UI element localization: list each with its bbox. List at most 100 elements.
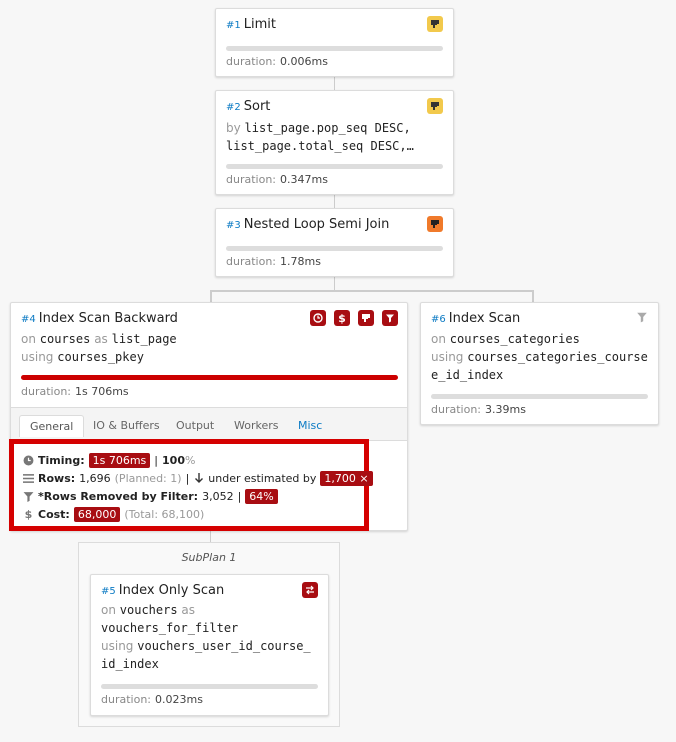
node-name: Nested Loop Semi Join: [243, 217, 390, 232]
separator: |: [154, 454, 159, 467]
node-title: #2 Sort: [226, 99, 270, 114]
duration-value: 0.347ms: [280, 173, 328, 186]
index-line-cont: e_id_index: [431, 368, 504, 382]
node-number: #5: [101, 586, 116, 597]
duration-bar: [101, 684, 318, 689]
sort-key-line-2: list_page.total_seq DESC,…: [226, 139, 414, 153]
tab-output[interactable]: Output: [176, 419, 214, 432]
plan-node-nested-loop[interactable]: #3 Nested Loop Semi Join duration: 1.78ms: [215, 208, 454, 277]
keyword: using: [21, 350, 54, 364]
duration-label: duration:: [101, 693, 151, 706]
index-line-cont: id_index: [101, 657, 159, 671]
duration-bar: [226, 164, 443, 169]
node-name: Sort: [243, 99, 271, 114]
keyword: using: [431, 350, 464, 364]
duration: duration: 0.023ms: [101, 693, 203, 706]
sort-key-line-1: by list_page.pop_seq DESC,: [226, 119, 411, 137]
keyword: by: [226, 121, 241, 135]
duration-label: duration:: [226, 55, 276, 68]
relation-name: courses: [39, 332, 91, 346]
list-icon: [23, 473, 34, 484]
node-name: Index Scan Backward: [38, 311, 178, 326]
duration-value: 1s 706ms: [75, 385, 129, 398]
thumbs-down-icon[interactable]: [358, 310, 374, 326]
node-name: Limit: [243, 17, 276, 32]
node-name: Index Scan: [448, 311, 521, 326]
cost-badge: 68,000: [73, 507, 121, 522]
dollar-icon: $: [24, 508, 33, 521]
total-cost: (Total: 68,100): [124, 508, 205, 521]
duration-bar: [21, 375, 398, 380]
connector-3-down: [334, 277, 335, 290]
duration-bar: [226, 246, 443, 251]
connector-branch: [210, 290, 534, 292]
clock-icon: [23, 455, 34, 466]
relation-name: courses_categories: [449, 332, 580, 346]
timing-percent: 100%: [162, 454, 196, 467]
relation-alias: list_page: [111, 332, 177, 346]
filter-icon[interactable]: [634, 309, 650, 325]
duration-value: 3.39ms: [485, 403, 526, 416]
plan-node-index-only-scan[interactable]: #5 Index Only Scan on vouchers as voucher…: [90, 574, 329, 716]
node-number: #4: [21, 314, 36, 325]
rows-label: Rows:: [38, 472, 76, 485]
duration-bar: [226, 46, 443, 51]
duration: duration: 1.78ms: [226, 255, 321, 268]
duration-bar: [431, 394, 648, 399]
planned-rows: (Planned: 1): [114, 472, 182, 485]
relation-name: vouchers: [119, 603, 178, 617]
node-number: #2: [226, 102, 241, 113]
separator: |: [237, 490, 242, 503]
tab-io-buffers[interactable]: IO & Buffers: [93, 419, 160, 432]
thumbs-down-icon[interactable]: [427, 16, 443, 32]
plan-node-limit[interactable]: #1 Limit duration: 0.006ms: [215, 8, 454, 77]
filter-label: *Rows Removed by Filter:: [38, 490, 199, 503]
tab-workers[interactable]: Workers: [234, 419, 278, 432]
thumbs-down-icon[interactable]: [427, 98, 443, 114]
clock-icon[interactable]: [310, 310, 326, 326]
detail-tabs: General IO & Buffers Output Workers Misc: [11, 407, 407, 441]
thumbs-down-icon[interactable]: [427, 216, 443, 232]
duration-label: duration:: [431, 403, 481, 416]
keyword: on: [101, 603, 116, 617]
cost-label: Cost:: [38, 508, 70, 521]
dollar-icon[interactable]: $: [334, 310, 350, 326]
rows-row: Rows: 1,696 (Planned: 1) | under estimat…: [23, 471, 373, 486]
filter-rows: 3,052: [202, 490, 234, 503]
keyword: on: [21, 332, 36, 346]
relation-alias: vouchers_for_filter: [101, 621, 239, 635]
relation-line: on courses as list_page: [21, 330, 177, 348]
sort-key: list_page.pop_seq DESC,: [244, 121, 411, 135]
filter-icon[interactable]: [382, 310, 398, 326]
index-line: using courses_pkey: [21, 348, 144, 366]
node-number: #3: [226, 220, 241, 231]
separator: |: [185, 472, 190, 485]
swap-icon[interactable]: [302, 582, 318, 598]
arrow-down-icon: [193, 473, 204, 484]
subplan-label: SubPlan 1: [181, 551, 237, 564]
duration: duration: 0.006ms: [226, 55, 328, 68]
index-line: using courses_categories_course: [431, 348, 648, 366]
tab-misc[interactable]: Misc: [298, 419, 322, 432]
index-line: using vouchers_user_id_course_: [101, 637, 311, 655]
filter-percent-badge: 64%: [245, 489, 278, 504]
node-title: #3 Nested Loop Semi Join: [226, 217, 389, 232]
plan-node-index-scan[interactable]: #6 Index Scan on courses_categories using…: [420, 302, 659, 425]
node-title: #6 Index Scan: [431, 311, 520, 326]
tab-general[interactable]: General: [19, 415, 85, 437]
node-number: #1: [226, 20, 241, 31]
index-name: vouchers_user_id_course_: [137, 639, 311, 653]
cost-row: $ Cost: 68,000 (Total: 68,100): [23, 507, 204, 522]
filter-icon: [23, 491, 34, 502]
filter-row: *Rows Removed by Filter: 3,052 | 64%: [23, 489, 278, 504]
timing-row: Timing: 1s 706ms | 100%: [23, 453, 195, 468]
connector-2-3: [334, 195, 335, 208]
duration: duration: 0.347ms: [226, 173, 328, 186]
duration-label: duration:: [226, 173, 276, 186]
keyword: as: [94, 332, 108, 346]
connector-branch-left: [210, 290, 212, 302]
duration-value: 1.78ms: [280, 255, 321, 268]
duration: duration: 1s 706ms: [21, 385, 129, 398]
plan-node-sort[interactable]: #2 Sort by list_page.pop_seq DESC, list_p…: [215, 90, 454, 195]
node-title: #4 Index Scan Backward: [21, 311, 178, 326]
